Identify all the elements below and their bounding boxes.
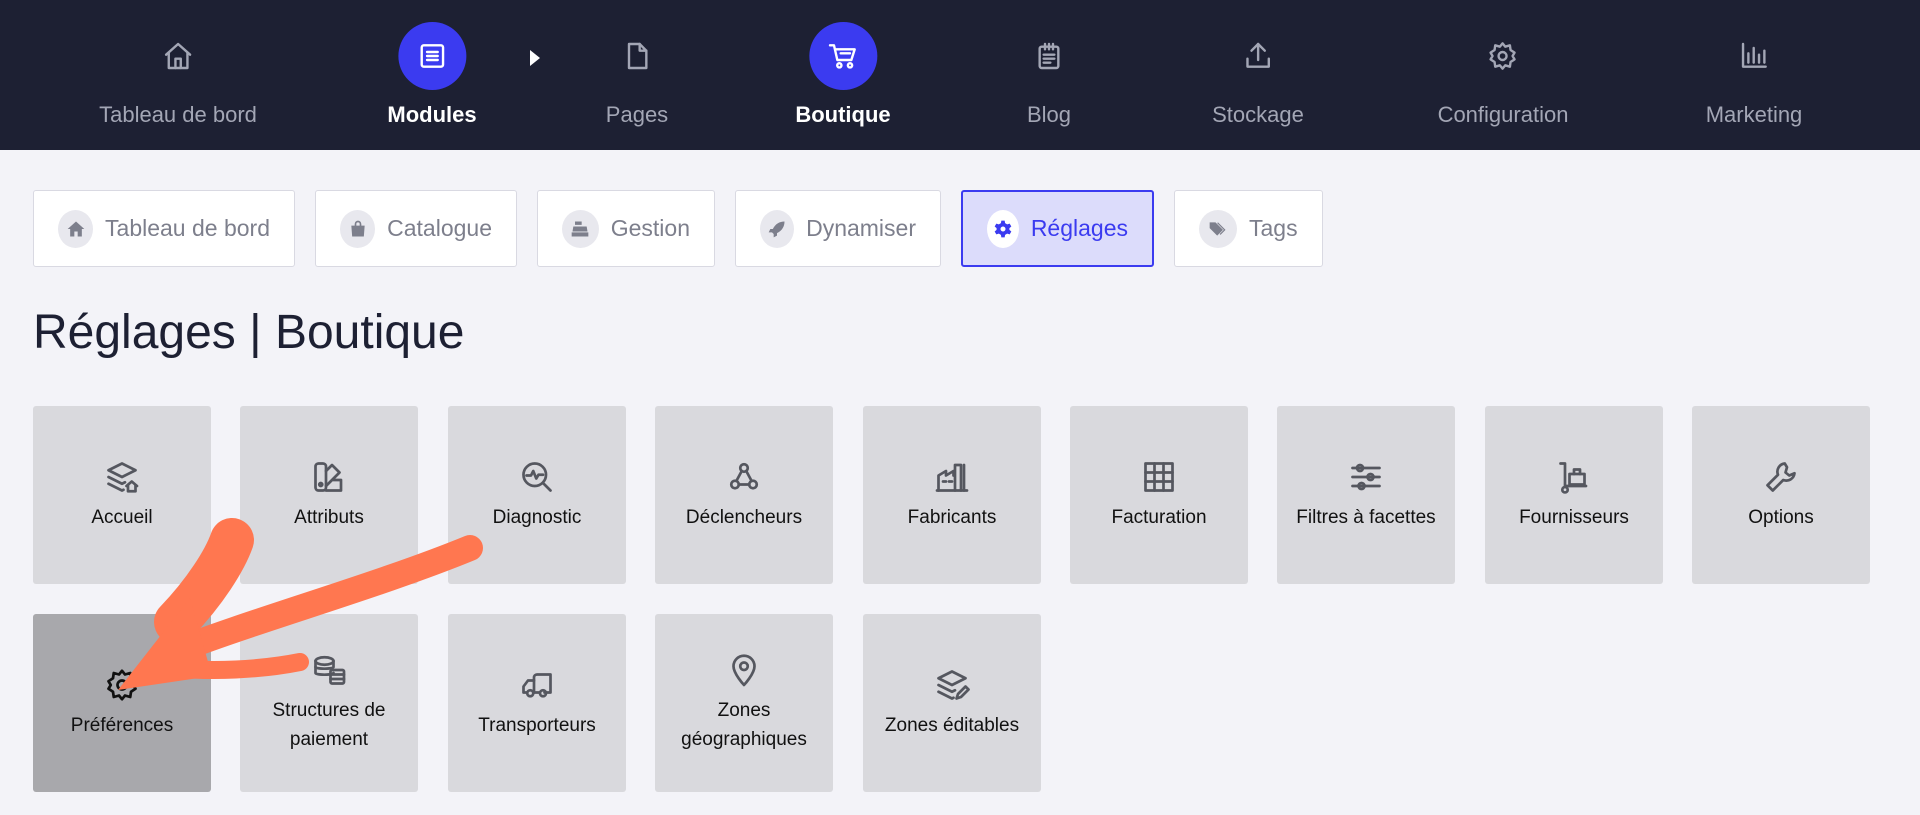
tile-attributs[interactable]: Attributs: [240, 406, 418, 584]
tile-label: Filtres à facettes: [1296, 506, 1436, 528]
cash-register-icon: [562, 209, 599, 248]
tile-label: Facturation: [1111, 506, 1207, 528]
nav-item-tableau-de-bord[interactable]: Tableau de bord: [99, 0, 257, 150]
truck-icon: [522, 672, 552, 698]
nav-label: Pages: [605, 102, 669, 127]
nav-item-blog[interactable]: Blog: [1015, 0, 1083, 150]
tile-facturation[interactable]: Facturation: [1070, 406, 1248, 584]
page-icon: [603, 22, 671, 90]
subtab-label: Dynamiser: [806, 215, 916, 241]
rocket-icon: [760, 209, 795, 248]
gear-icon: [1469, 22, 1537, 90]
tile-label: Fournisseurs: [1519, 506, 1629, 528]
swatch-icon: [314, 461, 343, 492]
tile-filtres-a-facettes[interactable]: Filtres à facettes: [1277, 406, 1455, 584]
tile-zones-geographiques[interactable]: Zones géographiques: [655, 614, 833, 792]
top-navigation: Tableau de bord Modules Pages Boutique B…: [0, 0, 1920, 150]
tile-diagnostic[interactable]: Diagnostic: [448, 406, 626, 584]
nav-label: Marketing: [1705, 102, 1803, 127]
nav-item-modules[interactable]: Modules: [387, 0, 477, 150]
bar-chart-icon: [1720, 22, 1788, 90]
subtab-gestion[interactable]: Gestion: [537, 190, 715, 267]
subtab-label: Réglages: [1030, 215, 1128, 241]
tile-label: Zones géographiques: [681, 700, 807, 750]
subtab-tags[interactable]: Tags: [1174, 190, 1323, 267]
home-icon: [144, 22, 212, 90]
tags-icon: [1199, 209, 1237, 248]
nav-item-pages[interactable]: Pages: [603, 0, 671, 150]
tile-transporteurs[interactable]: Transporteurs: [448, 614, 626, 792]
coins-icon: [314, 655, 346, 685]
sub-tabs: Tableau de bord Catalogue Gestion Dynami…: [33, 190, 1323, 267]
sliders-icon: [1351, 463, 1381, 490]
subtab-label: Tags: [1249, 215, 1298, 241]
bag-icon: [340, 209, 376, 248]
nav-label: Stockage: [1212, 102, 1304, 127]
tile-declencheurs[interactable]: Déclencheurs: [655, 406, 833, 584]
tile-label: Fabricants: [907, 506, 997, 528]
notepad-icon: [1015, 22, 1083, 90]
tile-label: Options: [1748, 506, 1814, 528]
tile-label: Transporteurs: [478, 714, 596, 736]
tile-options[interactable]: Options: [1692, 406, 1870, 584]
list-icon: [397, 22, 466, 90]
webhook-icon: [729, 462, 759, 490]
layers-edit-icon: [937, 669, 970, 700]
search-pulse-icon: [522, 461, 552, 492]
nav-label: Modules: [387, 102, 477, 127]
nav-label: Boutique: [795, 102, 891, 127]
tile-label: Accueil: [91, 506, 153, 528]
map-pin-icon: [732, 654, 756, 687]
tile-label: Déclencheurs: [685, 506, 803, 528]
subtab-label: Tableau de bord: [105, 215, 270, 241]
upload-icon: [1224, 22, 1292, 90]
cart-icon: [808, 22, 877, 90]
nav-label: Blog: [1026, 102, 1072, 127]
factory-icon: [935, 463, 969, 492]
gear-icon: [107, 668, 137, 701]
caret-right-icon: [530, 50, 540, 66]
nav-label: Tableau de bord: [99, 102, 257, 127]
tile-fournisseurs[interactable]: Fournisseurs: [1485, 406, 1663, 584]
layers-home-icon: [107, 461, 139, 493]
tile-fabricants[interactable]: Fabricants: [863, 406, 1041, 584]
tile-label: Zones éditables: [884, 714, 1020, 736]
subtab-label: Catalogue: [387, 215, 492, 241]
nav-item-configuration[interactable]: Configuration: [1437, 0, 1569, 150]
tile-zones-editables[interactable]: Zones éditables: [863, 614, 1041, 792]
tile-structures-de-paiement[interactable]: Structures de paiement: [240, 614, 418, 792]
tile-label: Attributs: [294, 506, 364, 528]
nav-item-stockage[interactable]: Stockage: [1212, 0, 1304, 150]
nav-item-marketing[interactable]: Marketing: [1705, 0, 1803, 150]
tile-label: Diagnostic: [492, 506, 582, 528]
tile-label: Structures de paiement: [272, 700, 386, 750]
subtab-tableau-de-bord[interactable]: Tableau de bord: [33, 190, 295, 267]
subtab-dynamiser[interactable]: Dynamiser: [735, 190, 941, 267]
nav-item-boutique[interactable]: Boutique: [795, 0, 891, 150]
wrench-icon: [1766, 461, 1796, 492]
grid-table-icon: [1144, 461, 1174, 492]
home-icon: [58, 209, 94, 248]
page-title: Réglages | Boutique: [33, 306, 465, 359]
tile-accueil[interactable]: Accueil: [33, 406, 211, 584]
tile-preferences[interactable]: Préférences: [33, 614, 211, 792]
subtab-catalogue[interactable]: Catalogue: [315, 190, 517, 267]
gear-icon: [987, 209, 1019, 248]
subtab-label: Gestion: [610, 215, 690, 241]
nav-label: Configuration: [1437, 102, 1569, 127]
tile-label: Préférences: [70, 714, 174, 736]
hand-truck-icon: [1559, 461, 1588, 494]
subtab-reglages[interactable]: Réglages: [961, 190, 1154, 267]
